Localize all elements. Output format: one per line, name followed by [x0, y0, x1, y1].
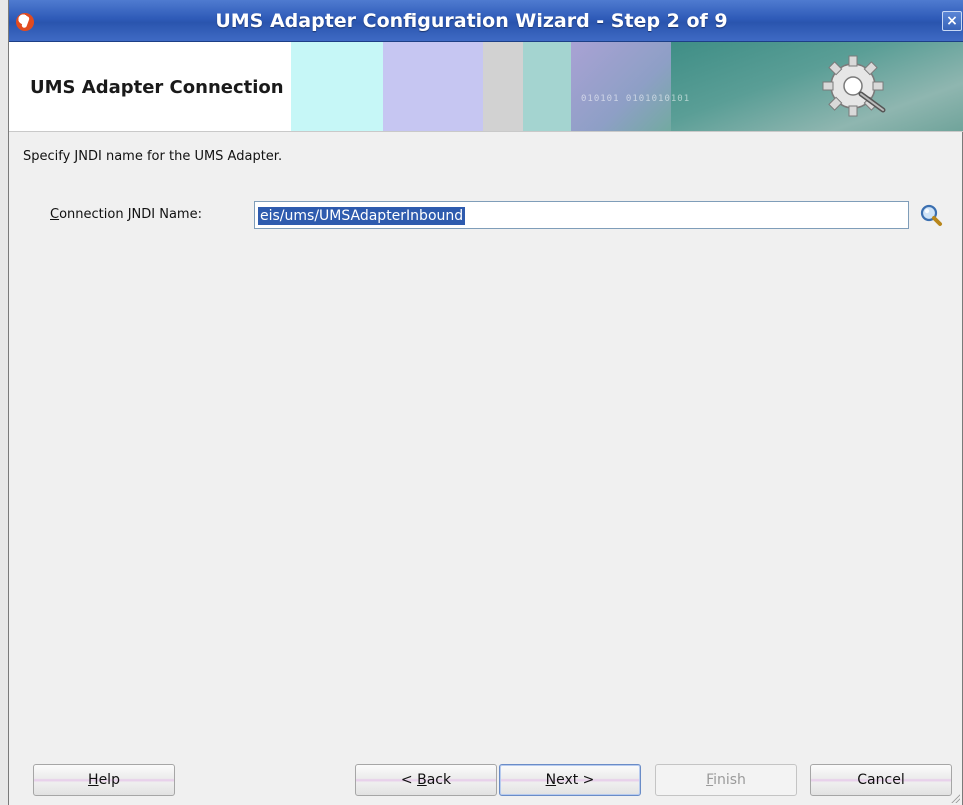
search-icon[interactable] [919, 203, 943, 227]
banner-band [383, 42, 483, 131]
cancel-button[interactable]: Cancel [810, 764, 952, 796]
help-mnemonic: H [88, 772, 99, 788]
jndi-name-label: Connection JNDI Name: [50, 207, 202, 222]
cancel-label: Cancel [857, 772, 905, 788]
jndi-name-value: eis/ums/UMSAdapterInbound [258, 207, 466, 225]
page-title: UMS Adapter Connection [30, 77, 284, 98]
finish-label: inish [713, 772, 746, 788]
jndi-name-input[interactable]: eis/ums/UMSAdapterInbound [254, 201, 909, 229]
banner-binary-decor: 010101 0101010101 [581, 94, 691, 104]
title-bar[interactable]: UMS Adapter Configuration Wizard - Step … [9, 0, 963, 42]
banner-band [671, 42, 963, 131]
instruction-text: Specify JNDI name for the UMS Adapter. [23, 149, 283, 164]
back-label: ack [426, 772, 452, 788]
gear-icon [822, 55, 886, 117]
window-title: UMS Adapter Configuration Wizard - Step … [215, 10, 728, 32]
close-icon: × [946, 13, 958, 29]
back-prefix: < [400, 772, 418, 788]
wizard-banner: 010101 0101010101 UMS Adapter Connection [9, 42, 963, 132]
banner-band [523, 42, 571, 131]
next-mnemonic: N [545, 772, 557, 788]
label-mnemonic: C [50, 207, 60, 222]
banner-band [483, 42, 523, 131]
desktop-background [0, 0, 8, 805]
label-text: onnection JNDI Name: [59, 207, 202, 222]
next-label: ext > [556, 772, 595, 788]
finish-button[interactable]: Finish [655, 764, 797, 796]
resize-grip[interactable] [950, 793, 960, 803]
help-button[interactable]: Help [33, 764, 175, 796]
wizard-dialog: UMS Adapter Configuration Wizard - Step … [8, 0, 963, 805]
back-mnemonic: B [417, 772, 427, 788]
help-label: elp [98, 772, 120, 788]
next-button[interactable]: Next > [499, 764, 641, 796]
back-button[interactable]: < Back [355, 764, 497, 796]
banner-band [291, 42, 383, 131]
banner-band [571, 42, 671, 131]
close-button[interactable]: × [942, 11, 962, 31]
